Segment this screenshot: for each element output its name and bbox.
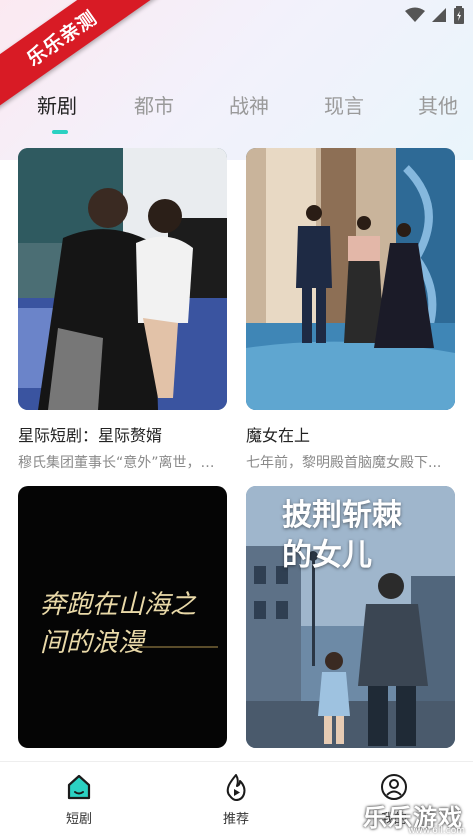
drama-card[interactable]: 奔跑在山海之间的浪漫 xyxy=(18,486,227,748)
battery-icon xyxy=(453,6,465,28)
drama-title: 魔女在上 xyxy=(246,426,311,445)
site-watermark-url: www.6ll.com xyxy=(408,826,465,836)
wifi-icon xyxy=(405,7,425,27)
drama-title: 星际短剧：星际赘婿 xyxy=(18,426,163,445)
category-tabs: 新剧 都市 战神 现言 其他 xyxy=(0,84,473,136)
drama-card[interactable]: 魔女在上 七年前，黎明殿首脑魔女殿下... xyxy=(246,148,455,472)
drama-card[interactable]: 星际短剧：星际赘婿 穆氏集团董事长“意外”离世，其... xyxy=(18,148,227,472)
tab-modern-romance[interactable]: 现言 xyxy=(324,90,364,119)
tab-new[interactable]: 新剧 xyxy=(37,90,77,119)
bottom-navigation: 短剧 推荐 我的 乐乐游戏 www.6ll.com xyxy=(0,761,473,840)
drama-description: 穆氏集团董事长“意外”离世，其... xyxy=(18,455,227,471)
tab-urban[interactable]: 都市 xyxy=(134,90,174,119)
poster-title-text: 披荆斩棘的女儿 xyxy=(282,498,402,573)
home-icon xyxy=(64,774,94,806)
nav-short-drama[interactable]: 短剧 xyxy=(39,772,119,827)
tab-other[interactable]: 其他 xyxy=(418,90,458,119)
drama-poster[interactable] xyxy=(18,148,227,410)
drama-poster[interactable]: 奔跑在山海之间的浪漫 xyxy=(18,486,227,748)
nav-label: 推荐 xyxy=(222,812,249,827)
nav-label: 短剧 xyxy=(65,812,92,827)
nav-recommend[interactable]: 推荐 xyxy=(196,772,276,827)
drama-poster[interactable] xyxy=(246,148,455,410)
site-watermark: 乐乐游戏 www.6ll.com xyxy=(363,798,467,836)
signal-icon xyxy=(431,7,447,27)
poster-title-text: 奔跑在山海之间的浪漫 xyxy=(40,590,197,658)
drama-poster[interactable]: 披荆斩棘的女儿 xyxy=(246,486,455,748)
drama-card[interactable]: 披荆斩棘的女儿 xyxy=(246,486,455,748)
active-tab-indicator xyxy=(52,130,68,134)
drama-description: 七年前，黎明殿首脑魔女殿下... xyxy=(246,455,442,471)
flame-play-icon xyxy=(221,774,251,806)
poster-divider xyxy=(138,646,218,648)
tab-war-god[interactable]: 战神 xyxy=(229,90,269,119)
